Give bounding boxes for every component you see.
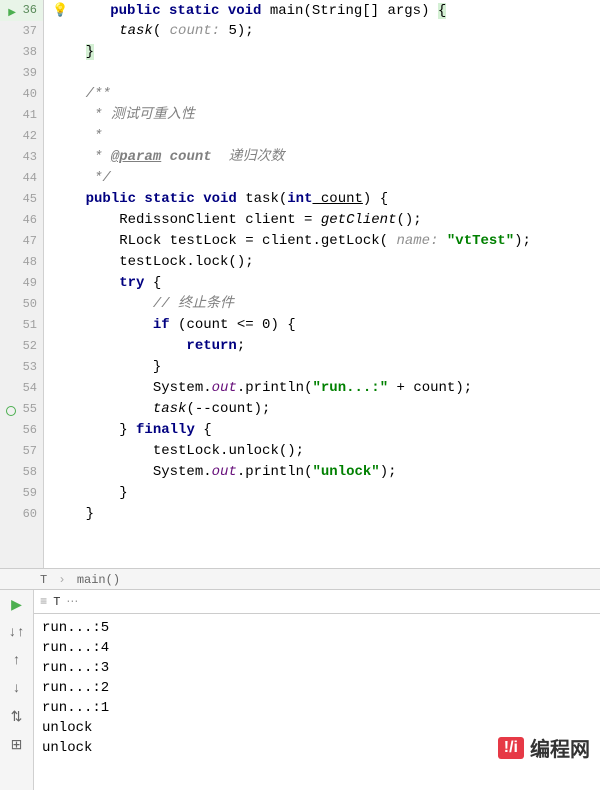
gutter-line[interactable]: 60 (0, 504, 43, 525)
filter-icon[interactable]: ⇅ (8, 708, 26, 726)
gutter-line[interactable]: 44 (0, 168, 43, 189)
console-tab[interactable]: T (53, 590, 60, 614)
code-line[interactable]: 💡 public static void main(String[] args)… (52, 0, 600, 21)
code-line[interactable]: } (52, 504, 600, 525)
gutter-line[interactable]: 55 (0, 399, 43, 420)
chevron-right-icon: › (58, 573, 65, 587)
watermark: !/i 编程网 (498, 733, 590, 762)
gutter-line[interactable]: 43 (0, 147, 43, 168)
gutter-line[interactable]: 52 (0, 336, 43, 357)
recursive-gutter-icon[interactable] (2, 402, 16, 416)
gutter-line[interactable]: 37 (0, 21, 43, 42)
rerun-icon[interactable]: ▶ (8, 596, 26, 614)
breadcrumb-method[interactable]: main() (77, 573, 120, 587)
up-icon[interactable]: ↑ (8, 652, 26, 670)
code-line[interactable]: } (52, 42, 600, 63)
gutter-line[interactable]: 59 (0, 483, 43, 504)
bulb-icon[interactable]: 💡 (52, 3, 68, 18)
gutter-line[interactable]: 56 (0, 420, 43, 441)
code-line[interactable]: * @param count 递归次数 (52, 147, 600, 168)
gutter-line[interactable]: 50 (0, 294, 43, 315)
code-line[interactable]: try { (52, 273, 600, 294)
editor-area: ▶ 36 37 38 39 40 41 42 43 44 45 46 47 48… (0, 0, 600, 568)
code-line[interactable]: System.out.println("unlock"); (52, 462, 600, 483)
layout-icon[interactable]: ⊞ (8, 736, 26, 754)
code-line[interactable]: public static void task(int count) { (52, 189, 600, 210)
gutter-line[interactable]: 42 (0, 126, 43, 147)
code-line[interactable]: // 终止条件 (52, 294, 600, 315)
console-line: run...:5 (42, 618, 592, 638)
gutter-line[interactable]: 46 (0, 210, 43, 231)
gutter-line[interactable]: 38 (0, 42, 43, 63)
code-area[interactable]: 💡 public static void main(String[] args)… (44, 0, 600, 568)
close-tab-icon[interactable]: ⋯ (66, 590, 78, 614)
gutter-line[interactable]: 54 (0, 378, 43, 399)
console-line: run...:1 (42, 698, 592, 718)
gutter-line[interactable]: ▶ 36 (0, 0, 43, 21)
code-line[interactable]: * 测试可重入性 (52, 105, 600, 126)
gutter-line[interactable]: 49 (0, 273, 43, 294)
run-gutter-icon[interactable]: ▶ (2, 3, 16, 17)
code-line[interactable]: * (52, 126, 600, 147)
gutter-line[interactable]: 41 (0, 105, 43, 126)
gutter-line[interactable]: 45 (0, 189, 43, 210)
code-line[interactable]: task(--count); (52, 399, 600, 420)
code-line[interactable] (52, 63, 600, 84)
stop-icon[interactable]: ↓↑ (8, 624, 26, 642)
watermark-text: 编程网 (530, 733, 590, 762)
down-icon[interactable]: ↓ (8, 680, 26, 698)
code-line[interactable]: /** (52, 84, 600, 105)
console-line: run...:3 (42, 658, 592, 678)
code-line[interactable]: System.out.println("run...:" + count); (52, 378, 600, 399)
code-line[interactable]: */ (52, 168, 600, 189)
console-line: run...:2 (42, 678, 592, 698)
console-tab-icon: ≡ (40, 590, 47, 614)
gutter-line[interactable]: 51 (0, 315, 43, 336)
code-line[interactable]: } (52, 483, 600, 504)
code-line[interactable]: RedissonClient client = getClient(); (52, 210, 600, 231)
gutter-line[interactable]: 39 (0, 63, 43, 84)
code-line[interactable]: task( count: 5); (52, 21, 600, 42)
code-line[interactable]: RLock testLock = client.getLock( name: "… (52, 231, 600, 252)
gutter: ▶ 36 37 38 39 40 41 42 43 44 45 46 47 48… (0, 0, 44, 568)
code-line[interactable]: } (52, 357, 600, 378)
console-line: run...:4 (42, 638, 592, 658)
gutter-line[interactable]: 47 (0, 231, 43, 252)
gutter-line[interactable]: 48 (0, 252, 43, 273)
code-line[interactable]: } finally { (52, 420, 600, 441)
gutter-line[interactable]: 53 (0, 357, 43, 378)
breadcrumb[interactable]: T › main() (0, 568, 600, 590)
console-toolbar: ▶ ↓↑ ↑ ↓ ⇅ ⊞ (0, 590, 34, 790)
breadcrumb-class[interactable]: T (40, 573, 47, 587)
code-line[interactable]: testLock.unlock(); (52, 441, 600, 462)
gutter-line[interactable]: 40 (0, 84, 43, 105)
code-line[interactable]: testLock.lock(); (52, 252, 600, 273)
code-line[interactable]: return; (52, 336, 600, 357)
code-line[interactable]: if (count <= 0) { (52, 315, 600, 336)
gutter-line[interactable]: 58 (0, 462, 43, 483)
console-tab-row: ≡ T ⋯ (34, 590, 600, 614)
gutter-line[interactable]: 57 (0, 441, 43, 462)
console-output[interactable]: run...:5 run...:4 run...:3 run...:2 run.… (34, 614, 600, 790)
watermark-logo-icon: !/i (498, 737, 524, 759)
